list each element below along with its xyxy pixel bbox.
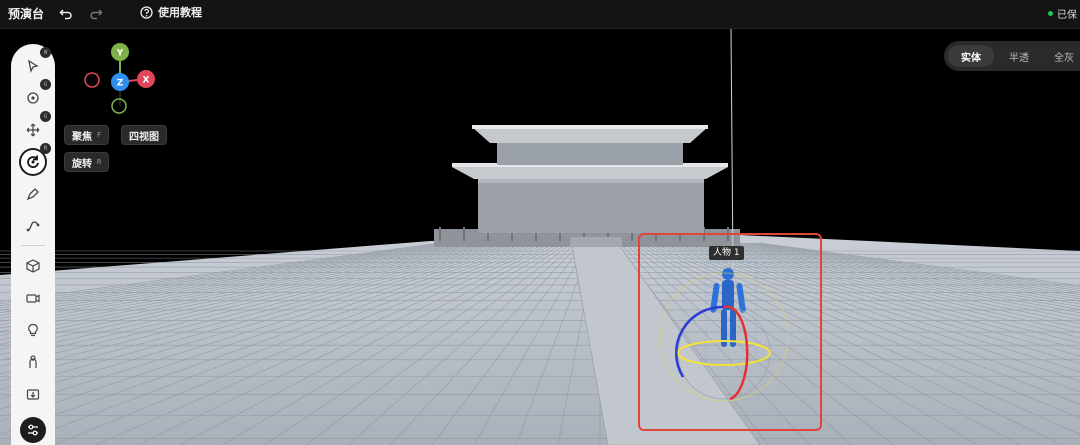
z-axis-label: Z xyxy=(117,79,124,89)
tool-pen[interactable] xyxy=(17,180,49,208)
x-axis-label: X xyxy=(143,76,150,86)
tool-settings[interactable] xyxy=(17,416,49,444)
render-mode-switcher: 实体 半透 全灰 xyxy=(944,41,1080,71)
app-title: 预演台 xyxy=(8,7,45,21)
save-status-label: 已保 xyxy=(1057,10,1077,21)
mode-translucent[interactable]: 半透 xyxy=(996,45,1042,67)
cursor-arrow-icon xyxy=(28,59,39,73)
light-bulb-icon xyxy=(28,323,38,337)
top-bar: 预演台 使用教程 已保 xyxy=(0,0,1080,29)
neg-x-handle[interactable] xyxy=(84,72,100,88)
save-status: 已保 xyxy=(1048,6,1077,21)
toolbar-divider xyxy=(21,245,45,246)
tool-camera[interactable] xyxy=(17,284,49,312)
mode-gray[interactable]: 全灰 xyxy=(1044,45,1080,67)
tool-cube[interactable] xyxy=(17,252,49,280)
cube-icon xyxy=(26,259,40,273)
redo-icon xyxy=(90,9,103,20)
undo-button[interactable] xyxy=(54,2,78,26)
mode-solid[interactable]: 实体 xyxy=(948,45,994,67)
y-axis-label: Y xyxy=(116,49,124,59)
tutorial-button[interactable]: 使用教程 xyxy=(140,4,202,20)
focus-button[interactable]: 聚焦 F xyxy=(64,125,110,145)
rotate-mode-chip[interactable]: 旋转 R xyxy=(64,152,110,172)
axis-gizmo[interactable]: Y X Z xyxy=(80,40,170,116)
rotate-mode-shortcut: R xyxy=(97,158,102,166)
redo-button[interactable] xyxy=(84,2,108,26)
status-dot-icon xyxy=(1048,11,1053,16)
building-model xyxy=(434,125,740,247)
selection-highlight xyxy=(638,233,822,431)
tool-light[interactable] xyxy=(17,316,49,344)
help-circle-icon xyxy=(140,5,153,19)
sliders-icon xyxy=(28,424,38,436)
tool-import[interactable] xyxy=(17,380,49,408)
object-label: 人物 1 xyxy=(709,246,744,260)
tool-character[interactable] xyxy=(17,348,49,376)
rotate-icon xyxy=(27,155,39,168)
shortcut-badge: G xyxy=(40,111,51,122)
shortcut-badge: G xyxy=(40,79,51,90)
rotate-mode-label: 旋转 xyxy=(72,158,92,170)
orbit-icon xyxy=(27,92,39,104)
left-toolbar xyxy=(11,44,55,445)
move-arrows-icon xyxy=(26,123,40,137)
tool-path[interactable] xyxy=(17,212,49,240)
focus-label: 聚焦 xyxy=(72,131,92,143)
neg-y-handle[interactable] xyxy=(111,98,127,114)
shortcut-badge: W xyxy=(40,47,51,58)
quad-view-label: 四视图 xyxy=(129,131,159,143)
undo-icon xyxy=(59,9,72,20)
import-icon xyxy=(26,389,40,400)
focus-shortcut: F xyxy=(97,131,102,139)
quad-view-button[interactable]: 四视图 xyxy=(121,125,167,145)
pen-icon xyxy=(26,188,39,201)
tutorial-label: 使用教程 xyxy=(158,6,202,19)
shortcut-badge: R xyxy=(40,143,51,154)
camera-icon xyxy=(26,294,40,303)
path-icon xyxy=(26,221,40,232)
person-icon xyxy=(29,355,37,368)
